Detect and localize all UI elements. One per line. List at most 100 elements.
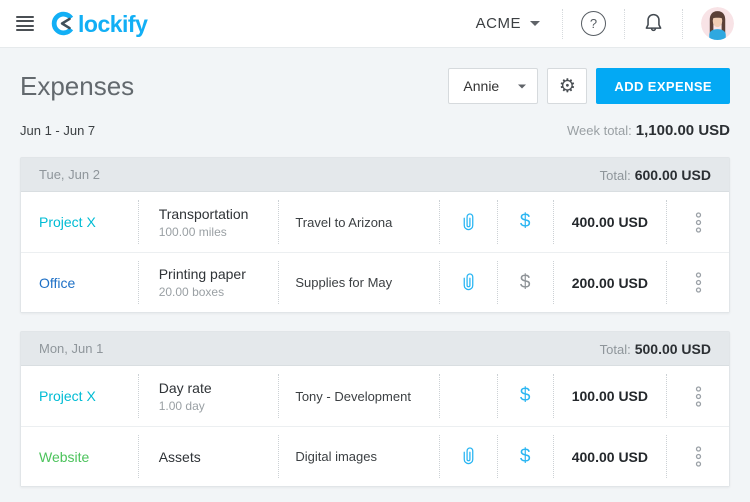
page-title: Expenses [20,70,135,101]
clock-icon [51,11,74,36]
divider [562,8,563,39]
billable-cell: $ [496,374,553,418]
group-total-label: Total: [599,341,631,357]
expense-description: Travel to Arizona [295,214,393,230]
project-link[interactable]: Website [39,449,89,465]
actions-cell [666,374,729,418]
workspace-name: ACME [475,15,521,32]
expense-amount: 400.00 USD [571,214,649,230]
user-menu[interactable] [701,7,734,40]
expense-group: Tue, Jun 2 Total: 600.00 USD Project X Tr… [20,157,730,313]
week-range: Jun 1 - Jun 7 [20,123,96,138]
group-total-value: 500.00 USD [634,340,711,357]
expense-row: Website Assets Digital images $ 400.00 U… [21,426,729,486]
expense-item: Assets [158,448,201,465]
kebab-menu-icon[interactable] [695,446,702,467]
expense-row: Project X Transportation 100.00 miles Tr… [21,192,729,252]
topbar: lockify ACME ? [0,0,750,48]
help-button[interactable]: ? [581,11,606,36]
billable-cell: $ [496,261,553,304]
project-link[interactable]: Project X [39,214,96,230]
expense-amount: 400.00 USD [571,448,649,465]
week-total: Week total: 1,100.00 USD [567,122,730,139]
billable-icon[interactable]: $ [520,446,531,468]
amount-cell: 400.00 USD [552,200,667,244]
kebab-menu-icon[interactable] [695,385,702,407]
billable-cell: $ [496,200,553,244]
billable-icon[interactable]: $ [520,385,531,407]
kebab-menu-icon[interactable] [695,211,702,233]
group-header: Mon, Jun 1 Total: 500.00 USD [21,332,729,366]
project-cell: Website [21,435,138,478]
kebab-menu-icon[interactable] [695,272,702,293]
expense-description: Tony - Development [295,388,411,404]
expense-groups: Tue, Jun 2 Total: 600.00 USD Project X Tr… [20,157,730,487]
notifications-button[interactable] [643,12,664,35]
group-total-label: Total: [599,167,631,183]
amount-cell: 100.00 USD [552,374,667,418]
expense-item: Printing paper [158,266,246,282]
expense-item: Transportation [158,205,249,222]
group-header: Tue, Jun 2 Total: 600.00 USD [21,158,729,192]
expense-row: Office Printing paper 20.00 boxes Suppli… [21,252,729,312]
description-cell: Supplies for May [278,261,439,304]
item-cell: Printing paper 20.00 boxes [137,261,279,304]
group-rows: Project X Day rate 1.00 day Tony - Devel… [21,366,729,486]
attachment-cell [438,374,497,418]
project-link[interactable]: Office [39,275,75,291]
attachment-icon[interactable] [460,445,477,468]
week-total-label: Week total: [566,123,632,138]
group-date: Mon, Jun 1 [39,341,104,356]
menu-icon[interactable] [16,16,34,31]
billable-cell: $ [496,435,553,478]
project-cell: Project X [21,374,138,418]
attachment-icon[interactable] [460,271,477,294]
item-cell: Transportation 100.00 miles [137,200,279,244]
expense-description: Digital images [295,449,377,464]
amount-cell: 200.00 USD [552,261,667,304]
avatar [701,7,734,40]
description-cell: Tony - Development [278,374,439,418]
divider [624,8,625,39]
expense-item: Day rate [158,379,212,396]
description-cell: Digital images [278,435,439,478]
attachment-cell [438,261,497,304]
description-cell: Travel to Arizona [278,200,439,244]
billable-icon[interactable]: $ [520,211,531,233]
attachment-icon[interactable] [460,211,477,234]
expenses-page: Expenses Annie ⚙ ADD EXPENSE Jun 1 - Jun… [0,48,750,487]
project-cell: Project X [21,200,138,244]
divider [682,8,683,39]
assignee-filter-select[interactable]: Annie [448,68,539,104]
week-total-value: 1,100.00 USD [635,122,730,139]
expense-description: Supplies for May [295,275,393,290]
expense-quantity: 20.00 boxes [158,285,225,299]
expense-quantity: 1.00 day [158,398,205,413]
amount-cell: 400.00 USD [552,435,667,478]
add-expense-button[interactable]: ADD EXPENSE [596,68,730,104]
help-label: ? [589,16,598,31]
expense-amount: 100.00 USD [571,388,649,404]
attachment-cell [438,435,497,478]
clockify-logo: lockify [50,10,148,37]
chevron-down-icon [518,84,527,88]
group-total-value: 600.00 USD [634,166,711,183]
group-date: Tue, Jun 2 [39,167,100,182]
project-cell: Office [21,261,138,304]
expense-quantity: 100.00 miles [158,224,227,239]
workspace-switcher[interactable]: ACME [472,15,544,32]
project-link[interactable]: Project X [39,388,96,404]
actions-cell [666,435,729,478]
settings-button[interactable]: ⚙ [547,68,588,104]
expense-amount: 200.00 USD [571,274,649,291]
actions-cell [666,261,729,304]
group-total: Total: 500.00 USD [600,341,711,357]
attachment-cell [438,200,497,244]
assignee-filter-value: Annie [463,78,500,94]
billable-icon[interactable]: $ [520,272,531,294]
chevron-down-icon [530,21,540,26]
expense-row: Project X Day rate 1.00 day Tony - Devel… [21,366,729,426]
gear-icon: ⚙ [558,75,576,97]
bell-icon [645,13,662,32]
expense-group: Mon, Jun 1 Total: 500.00 USD Project X Da… [20,331,730,487]
